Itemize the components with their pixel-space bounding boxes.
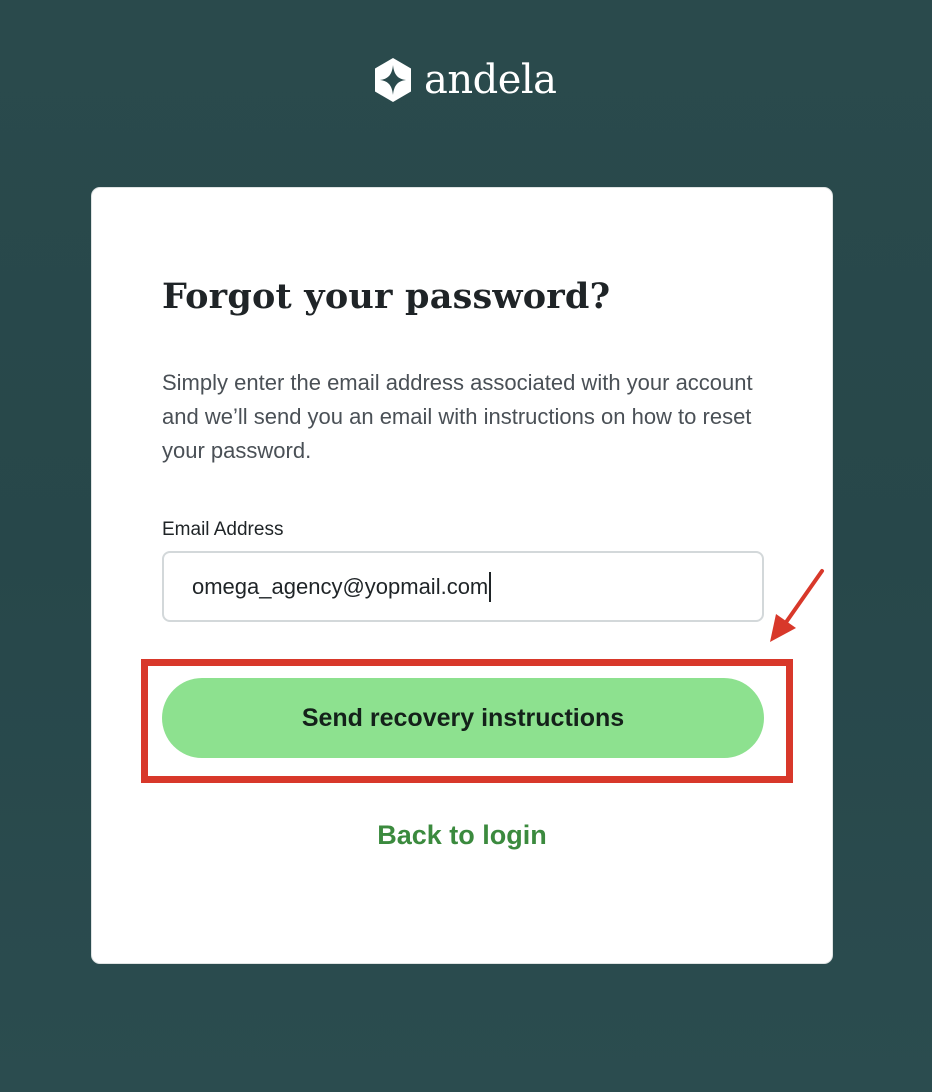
- page-title: Forgot your password?: [162, 276, 611, 317]
- send-recovery-button[interactable]: Send recovery instructions: [162, 678, 764, 758]
- text-caret: [489, 571, 492, 602]
- forgot-password-card: Forgot your password? Simply enter the e…: [91, 187, 833, 964]
- email-label: Email Address: [162, 519, 284, 540]
- back-to-login-link[interactable]: Back to login: [92, 820, 832, 851]
- instructions-text: Simply enter the email address associate…: [162, 370, 753, 463]
- andela-logo: andela: [372, 57, 557, 103]
- email-field[interactable]: omega_agency@yopmail.com: [162, 551, 764, 622]
- brand-name: andela: [424, 57, 557, 103]
- andela-star-icon: [375, 58, 411, 102]
- email-value: omega_agency@yopmail.com: [192, 573, 489, 599]
- arrow-down-left-icon: [770, 569, 824, 642]
